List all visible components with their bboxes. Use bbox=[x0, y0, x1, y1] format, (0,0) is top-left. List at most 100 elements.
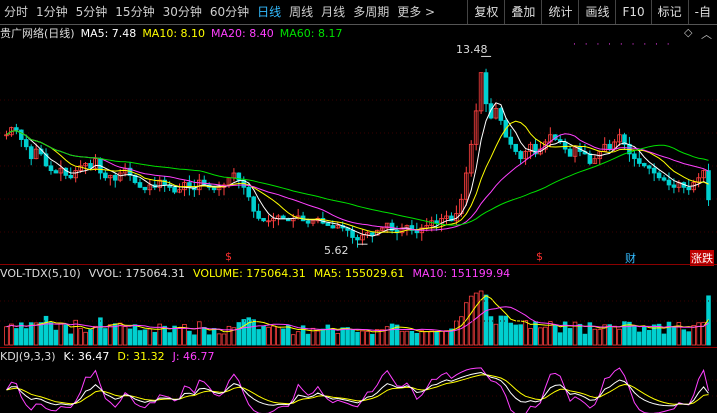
candle-body bbox=[518, 151, 523, 160]
volume-bar bbox=[103, 328, 108, 346]
volume-bar bbox=[360, 330, 365, 346]
dollar-marker-2[interactable]: $ bbox=[536, 250, 543, 263]
volume-bar bbox=[266, 326, 271, 346]
volume-bar bbox=[78, 328, 83, 346]
volume-bar bbox=[256, 329, 261, 346]
volume-bar bbox=[127, 328, 133, 346]
tab-5[interactable]: 60分钟 bbox=[206, 0, 253, 24]
candle-body bbox=[19, 129, 24, 140]
volume-bar bbox=[335, 332, 340, 346]
volume-bar bbox=[88, 329, 93, 346]
candle-body bbox=[434, 220, 439, 224]
volume-bar bbox=[434, 331, 439, 346]
volume-bar bbox=[454, 320, 459, 346]
volume-bar bbox=[637, 331, 642, 346]
toolbar-button-0[interactable]: 复权 bbox=[467, 0, 504, 24]
volume-bar bbox=[493, 323, 499, 346]
toolbar-button-2[interactable]: 统计 bbox=[541, 0, 578, 24]
volume-bar bbox=[68, 333, 74, 346]
tab-1[interactable]: 1分钟 bbox=[32, 0, 72, 24]
volume-bar bbox=[211, 328, 217, 346]
volume-bar bbox=[167, 332, 172, 346]
tab-7[interactable]: 周线 bbox=[285, 0, 317, 24]
toolbar-button-3[interactable]: 画线 bbox=[578, 0, 615, 24]
volume-bar bbox=[187, 330, 192, 346]
dollar-marker-1[interactable]: $ bbox=[225, 250, 232, 263]
volume-bar bbox=[197, 321, 202, 346]
vol-ma10-value: MA10: 151199.94 bbox=[412, 266, 511, 280]
candle-body bbox=[632, 153, 637, 160]
candle-body bbox=[508, 136, 514, 145]
toolbar-button-6[interactable]: -自 bbox=[687, 0, 717, 24]
tab-10[interactable]: 更多 > bbox=[393, 0, 439, 24]
toolbar-button-4[interactable]: F10 bbox=[615, 0, 650, 24]
volume-bar bbox=[142, 329, 148, 346]
toolbar-button-5[interactable]: 标记 bbox=[650, 0, 688, 24]
volume-bar bbox=[48, 322, 54, 346]
kdj-chart[interactable] bbox=[0, 364, 717, 413]
ma60-value: MA60: 8.17 bbox=[279, 26, 343, 40]
toolbar-button-1[interactable]: 叠加 bbox=[504, 0, 541, 24]
tab-4[interactable]: 30分钟 bbox=[159, 0, 206, 24]
kdj-d-value: D: 31.32 bbox=[117, 349, 165, 363]
volume-bar bbox=[147, 328, 153, 346]
ma20-value: MA20: 8.40 bbox=[211, 26, 274, 40]
volume-bar bbox=[83, 331, 88, 346]
candle-body bbox=[666, 179, 672, 186]
candle-body bbox=[483, 72, 489, 105]
tab-3[interactable]: 15分钟 bbox=[111, 0, 158, 24]
volume-bar bbox=[206, 334, 212, 346]
volume-bar bbox=[607, 324, 612, 346]
price-chart[interactable] bbox=[0, 40, 717, 265]
candle-body bbox=[641, 163, 647, 167]
volume-bar bbox=[444, 330, 449, 346]
candle-body bbox=[281, 215, 286, 219]
volume-bar bbox=[221, 333, 227, 346]
candle-body bbox=[172, 186, 177, 193]
candle-body bbox=[14, 127, 19, 131]
tab-9[interactable]: 多周期 bbox=[349, 0, 393, 24]
volume-bar bbox=[627, 321, 632, 346]
volume-bar bbox=[538, 327, 543, 346]
candle-body bbox=[246, 186, 252, 198]
candle-body bbox=[562, 141, 568, 150]
volume-bar bbox=[394, 324, 400, 346]
volume-bar bbox=[379, 329, 385, 346]
volume-bar bbox=[315, 330, 321, 346]
volume-bar bbox=[38, 322, 44, 346]
tab-8[interactable]: 月线 bbox=[317, 0, 349, 24]
volume-bar bbox=[365, 331, 370, 346]
candle-body bbox=[251, 196, 256, 212]
volume-bar bbox=[4, 326, 9, 346]
stock-title: 贵广网络(日线) bbox=[0, 27, 75, 40]
volume-bar bbox=[236, 322, 242, 346]
candle-body bbox=[567, 148, 573, 157]
volume-bar bbox=[666, 321, 672, 346]
tab-2[interactable]: 5分钟 bbox=[72, 0, 112, 24]
volume-bar bbox=[518, 324, 523, 346]
volume-bar bbox=[681, 329, 687, 346]
candle-body bbox=[637, 158, 642, 164]
diamond-icon[interactable]: ◇ bbox=[684, 26, 692, 39]
volume-bar bbox=[552, 324, 558, 346]
ma5-line bbox=[6, 102, 709, 237]
candle-body bbox=[355, 237, 360, 241]
volume-chart[interactable] bbox=[0, 281, 717, 347]
candle-body bbox=[201, 179, 207, 186]
tab-0[interactable]: 分时 bbox=[0, 0, 32, 24]
kdj-info-bar: KDJ(9,3,3) K: 36.47 D: 31.32 J: 46.77 bbox=[0, 348, 223, 364]
volume-bar bbox=[290, 334, 296, 346]
volume-bar bbox=[498, 315, 504, 346]
volume-bar bbox=[122, 326, 128, 346]
candle-body bbox=[142, 186, 148, 191]
candle-body bbox=[498, 108, 504, 121]
candle-body bbox=[261, 217, 266, 222]
candle-body bbox=[414, 229, 420, 234]
volume-info-bar: VOL-TDX(5,10) VVOL: 175064.31 VOLUME: 17… bbox=[0, 265, 518, 281]
candle-body bbox=[350, 229, 355, 238]
candle-body bbox=[112, 174, 118, 181]
volume-bar bbox=[523, 320, 528, 346]
candle-body bbox=[607, 143, 612, 150]
ma10-value: MA10: 8.10 bbox=[142, 26, 206, 40]
tab-6[interactable]: 日线 bbox=[253, 0, 285, 24]
